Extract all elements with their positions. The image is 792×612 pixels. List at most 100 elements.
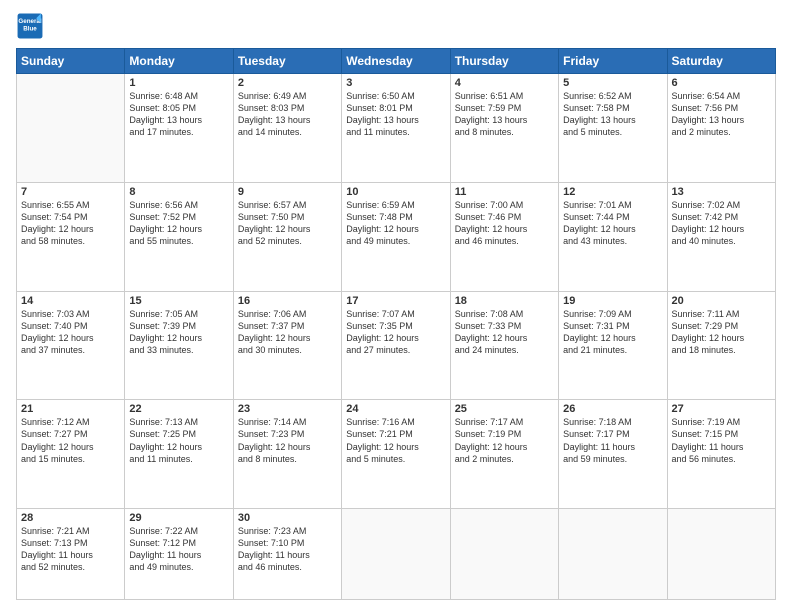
day-info: Sunrise: 7:13 AM Sunset: 7:25 PM Dayligh… [129, 416, 228, 465]
day-number: 16 [238, 295, 337, 307]
calendar-week-3: 14Sunrise: 7:03 AM Sunset: 7:40 PM Dayli… [17, 291, 776, 400]
weekday-header-monday: Monday [125, 49, 233, 74]
weekday-header-tuesday: Tuesday [233, 49, 341, 74]
day-info: Sunrise: 7:23 AM Sunset: 7:10 PM Dayligh… [238, 525, 337, 574]
day-info: Sunrise: 6:55 AM Sunset: 7:54 PM Dayligh… [21, 199, 120, 248]
day-info: Sunrise: 7:00 AM Sunset: 7:46 PM Dayligh… [455, 199, 554, 248]
weekday-header-sunday: Sunday [17, 49, 125, 74]
calendar-cell: 13Sunrise: 7:02 AM Sunset: 7:42 PM Dayli… [667, 182, 775, 291]
calendar-cell: 17Sunrise: 7:07 AM Sunset: 7:35 PM Dayli… [342, 291, 450, 400]
calendar-cell: 10Sunrise: 6:59 AM Sunset: 7:48 PM Dayli… [342, 182, 450, 291]
calendar-table: SundayMondayTuesdayWednesdayThursdayFrid… [16, 48, 776, 600]
calendar-cell [342, 509, 450, 600]
calendar-cell: 29Sunrise: 7:22 AM Sunset: 7:12 PM Dayli… [125, 509, 233, 600]
calendar-cell: 2Sunrise: 6:49 AM Sunset: 8:03 PM Daylig… [233, 74, 341, 183]
day-number: 10 [346, 186, 445, 198]
weekday-header-thursday: Thursday [450, 49, 558, 74]
calendar-cell: 23Sunrise: 7:14 AM Sunset: 7:23 PM Dayli… [233, 400, 341, 509]
calendar-cell: 20Sunrise: 7:11 AM Sunset: 7:29 PM Dayli… [667, 291, 775, 400]
calendar-cell: 11Sunrise: 7:00 AM Sunset: 7:46 PM Dayli… [450, 182, 558, 291]
calendar-cell: 15Sunrise: 7:05 AM Sunset: 7:39 PM Dayli… [125, 291, 233, 400]
day-number: 6 [672, 77, 771, 89]
day-info: Sunrise: 7:02 AM Sunset: 7:42 PM Dayligh… [672, 199, 771, 248]
day-number: 12 [563, 186, 662, 198]
calendar-cell: 4Sunrise: 6:51 AM Sunset: 7:59 PM Daylig… [450, 74, 558, 183]
calendar-cell: 9Sunrise: 6:57 AM Sunset: 7:50 PM Daylig… [233, 182, 341, 291]
calendar-cell: 18Sunrise: 7:08 AM Sunset: 7:33 PM Dayli… [450, 291, 558, 400]
weekday-header-saturday: Saturday [667, 49, 775, 74]
calendar-week-5: 28Sunrise: 7:21 AM Sunset: 7:13 PM Dayli… [17, 509, 776, 600]
day-info: Sunrise: 7:17 AM Sunset: 7:19 PM Dayligh… [455, 416, 554, 465]
day-info: Sunrise: 6:54 AM Sunset: 7:56 PM Dayligh… [672, 90, 771, 139]
calendar-cell: 25Sunrise: 7:17 AM Sunset: 7:19 PM Dayli… [450, 400, 558, 509]
header: General Blue [16, 12, 776, 40]
calendar-cell: 24Sunrise: 7:16 AM Sunset: 7:21 PM Dayli… [342, 400, 450, 509]
logo-icon: General Blue [16, 12, 44, 40]
day-info: Sunrise: 7:21 AM Sunset: 7:13 PM Dayligh… [21, 525, 120, 574]
day-number: 8 [129, 186, 228, 198]
day-number: 2 [238, 77, 337, 89]
day-info: Sunrise: 7:18 AM Sunset: 7:17 PM Dayligh… [563, 416, 662, 465]
day-number: 18 [455, 295, 554, 307]
day-number: 30 [238, 512, 337, 524]
calendar-cell: 5Sunrise: 6:52 AM Sunset: 7:58 PM Daylig… [559, 74, 667, 183]
day-info: Sunrise: 6:56 AM Sunset: 7:52 PM Dayligh… [129, 199, 228, 248]
calendar-cell: 3Sunrise: 6:50 AM Sunset: 8:01 PM Daylig… [342, 74, 450, 183]
calendar-cell: 21Sunrise: 7:12 AM Sunset: 7:27 PM Dayli… [17, 400, 125, 509]
calendar-cell: 30Sunrise: 7:23 AM Sunset: 7:10 PM Dayli… [233, 509, 341, 600]
calendar-cell: 8Sunrise: 6:56 AM Sunset: 7:52 PM Daylig… [125, 182, 233, 291]
day-info: Sunrise: 7:11 AM Sunset: 7:29 PM Dayligh… [672, 308, 771, 357]
day-info: Sunrise: 7:22 AM Sunset: 7:12 PM Dayligh… [129, 525, 228, 574]
day-info: Sunrise: 6:50 AM Sunset: 8:01 PM Dayligh… [346, 90, 445, 139]
day-number: 1 [129, 77, 228, 89]
day-number: 5 [563, 77, 662, 89]
calendar-week-2: 7Sunrise: 6:55 AM Sunset: 7:54 PM Daylig… [17, 182, 776, 291]
weekday-header-friday: Friday [559, 49, 667, 74]
day-number: 7 [21, 186, 120, 198]
day-info: Sunrise: 7:19 AM Sunset: 7:15 PM Dayligh… [672, 416, 771, 465]
calendar-cell [667, 509, 775, 600]
calendar-week-1: 1Sunrise: 6:48 AM Sunset: 8:05 PM Daylig… [17, 74, 776, 183]
calendar-cell: 22Sunrise: 7:13 AM Sunset: 7:25 PM Dayli… [125, 400, 233, 509]
day-number: 27 [672, 403, 771, 415]
day-info: Sunrise: 7:14 AM Sunset: 7:23 PM Dayligh… [238, 416, 337, 465]
weekday-header-row: SundayMondayTuesdayWednesdayThursdayFrid… [17, 49, 776, 74]
day-info: Sunrise: 7:03 AM Sunset: 7:40 PM Dayligh… [21, 308, 120, 357]
calendar-cell: 19Sunrise: 7:09 AM Sunset: 7:31 PM Dayli… [559, 291, 667, 400]
day-number: 17 [346, 295, 445, 307]
day-info: Sunrise: 6:49 AM Sunset: 8:03 PM Dayligh… [238, 90, 337, 139]
day-info: Sunrise: 7:05 AM Sunset: 7:39 PM Dayligh… [129, 308, 228, 357]
day-info: Sunrise: 7:08 AM Sunset: 7:33 PM Dayligh… [455, 308, 554, 357]
day-number: 25 [455, 403, 554, 415]
day-info: Sunrise: 6:52 AM Sunset: 7:58 PM Dayligh… [563, 90, 662, 139]
calendar-cell [450, 509, 558, 600]
day-number: 29 [129, 512, 228, 524]
day-number: 11 [455, 186, 554, 198]
day-number: 21 [21, 403, 120, 415]
day-number: 15 [129, 295, 228, 307]
day-number: 20 [672, 295, 771, 307]
day-number: 4 [455, 77, 554, 89]
day-info: Sunrise: 6:57 AM Sunset: 7:50 PM Dayligh… [238, 199, 337, 248]
calendar-cell: 1Sunrise: 6:48 AM Sunset: 8:05 PM Daylig… [125, 74, 233, 183]
calendar-cell [559, 509, 667, 600]
day-info: Sunrise: 7:09 AM Sunset: 7:31 PM Dayligh… [563, 308, 662, 357]
day-number: 22 [129, 403, 228, 415]
day-info: Sunrise: 6:51 AM Sunset: 7:59 PM Dayligh… [455, 90, 554, 139]
day-info: Sunrise: 7:07 AM Sunset: 7:35 PM Dayligh… [346, 308, 445, 357]
calendar-cell: 6Sunrise: 6:54 AM Sunset: 7:56 PM Daylig… [667, 74, 775, 183]
day-info: Sunrise: 7:01 AM Sunset: 7:44 PM Dayligh… [563, 199, 662, 248]
day-number: 19 [563, 295, 662, 307]
day-info: Sunrise: 7:12 AM Sunset: 7:27 PM Dayligh… [21, 416, 120, 465]
calendar-cell: 28Sunrise: 7:21 AM Sunset: 7:13 PM Dayli… [17, 509, 125, 600]
calendar-cell: 27Sunrise: 7:19 AM Sunset: 7:15 PM Dayli… [667, 400, 775, 509]
calendar-cell: 16Sunrise: 7:06 AM Sunset: 7:37 PM Dayli… [233, 291, 341, 400]
day-number: 9 [238, 186, 337, 198]
day-info: Sunrise: 7:16 AM Sunset: 7:21 PM Dayligh… [346, 416, 445, 465]
weekday-header-wednesday: Wednesday [342, 49, 450, 74]
day-number: 3 [346, 77, 445, 89]
day-number: 14 [21, 295, 120, 307]
logo: General Blue [16, 12, 48, 40]
calendar-cell: 14Sunrise: 7:03 AM Sunset: 7:40 PM Dayli… [17, 291, 125, 400]
day-info: Sunrise: 7:06 AM Sunset: 7:37 PM Dayligh… [238, 308, 337, 357]
